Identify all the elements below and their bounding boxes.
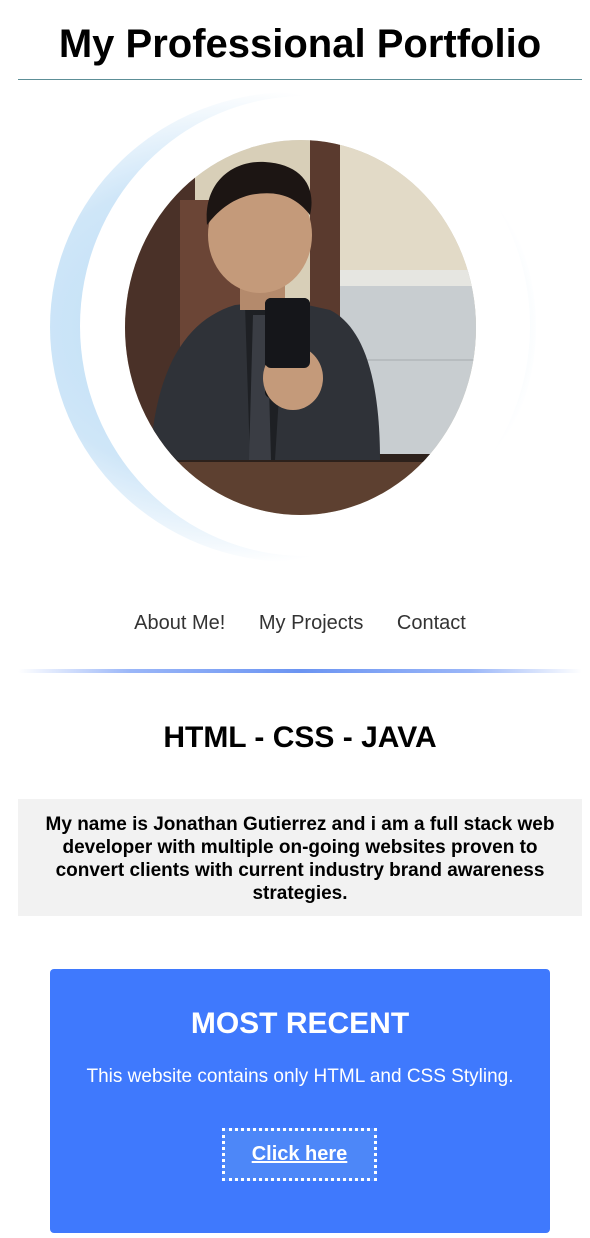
most-recent-description: This website contains only HTML and CSS … [86,1066,514,1087]
most-recent-title: MOST RECENT [190,1007,410,1040]
page-title: My Professional Portfolio [58,22,542,66]
main-nav: About Me! My Projects Contact [0,610,590,636]
profile-photo-image [125,140,476,515]
skills-heading: HTML - CSS - JAVA [163,721,437,754]
bio-text: My name is Jonathan Gutierrez and i am a… [45,814,555,904]
nav-my-projects[interactable]: My Projects [259,610,363,636]
profile-photo [125,140,476,515]
nav-contact[interactable]: Contact [397,610,466,636]
title-divider [18,79,582,80]
click-here-button[interactable]: Click here [222,1128,377,1181]
nav-divider [18,669,582,673]
most-recent-card: MOST RECENT This website contains only H… [50,969,550,1233]
nav-about-me[interactable]: About Me! [134,610,225,636]
